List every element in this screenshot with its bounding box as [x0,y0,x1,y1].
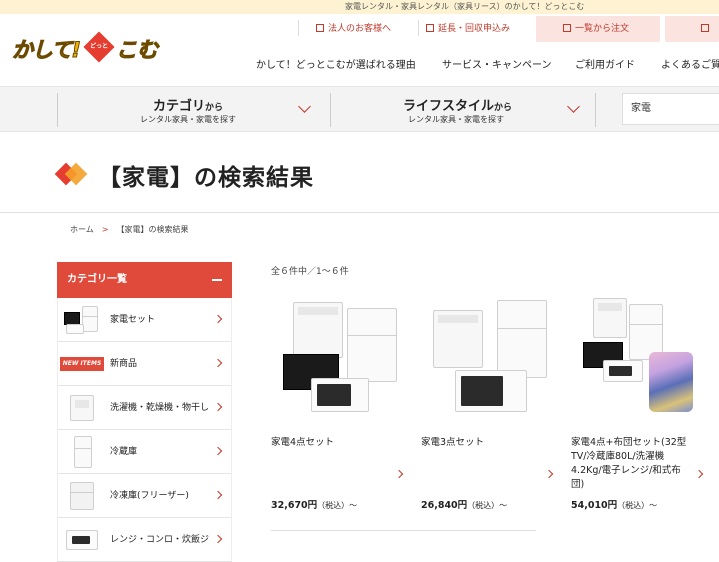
product-name[interactable]: 家電4点+布団セット(32型TV/冷蔵庫80L/洗濯機4.2Kg/電子レンジ/和… [571,436,693,492]
product-price-value: 54,010円 [571,500,618,511]
chevron-down-icon [298,100,311,113]
sidebar-item-label: 洗濯機・乾燥機・物干し [110,403,210,413]
divider [298,20,299,36]
product-price-tax: （税込）～ [467,501,508,510]
corporate-link-label: 法人のお客様へ [328,24,392,34]
list-order-label: 一覧から注文 [575,24,630,34]
chevron-right-icon [694,469,704,479]
collapse-icon [212,279,222,281]
lifestyle-dropdown-subtitle: レンタル家具・家電を探す [408,115,504,124]
category-search-bar: カテゴリから レンタル家具・家電を探す ライフスタイルから レンタル家具・家電を… [0,86,719,132]
nav-faq[interactable]: よくあるご質 [661,56,719,71]
top-banner-text: 家電レンタル・家具レンタル（家具リース）のかして！どっとこむ [345,2,585,11]
lifestyle-dropdown-suffix: から [494,103,513,113]
category-dropdown-subtitle: レンタル家具・家電を探す [140,115,236,124]
corporate-link[interactable]: 法人のお客様へ [316,18,391,40]
product-card[interactable]: 家電4点+布団セット(32型TV/冷蔵庫80L/洗濯機4.2Kg/電子レンジ/和… [571,294,711,524]
divider [595,93,596,127]
chevron-right-icon [213,402,223,412]
product-price: 26,840円（税込）～ [421,497,507,511]
product-price: 32,670円（税込）～ [271,497,357,511]
nav-guide[interactable]: ご利用ガイド [575,56,635,71]
divider [271,530,536,531]
product-card[interactable]: 家電3点セット 26,840円（税込）～ [421,294,561,524]
list-order-button[interactable]: 一覧から注文 [536,16,660,42]
divider [0,212,719,213]
breadcrumb-home[interactable]: ホーム [70,225,94,234]
breadcrumb-separator-icon: > [101,225,109,234]
extension-link-label: 延長・回収申込み [438,24,511,34]
lifestyle-dropdown-title: ライフスタイル [403,99,495,114]
site-logo[interactable]: かして! どっと こむ [12,30,162,70]
extension-link[interactable]: 延長・回収申込み [426,18,510,40]
sidebar-item-label: 家電セット [110,315,156,325]
cart-icon [563,24,571,32]
logo-text-kashite: かして! [12,38,82,63]
chevron-down-icon [567,100,580,113]
chevron-right-icon [394,469,404,479]
product-image[interactable] [421,294,561,422]
appliance-set-thumbnail [62,304,102,336]
chevron-right-icon [544,469,554,479]
washer-thumbnail [62,392,102,424]
sidebar-item-label: レンジ・コンロ・炊飯ジ [110,535,210,545]
sidebar-item-washer[interactable]: 洗濯機・乾燥機・物干し [57,386,232,430]
product-image[interactable] [271,294,411,422]
divider [57,93,58,127]
freezer-thumbnail [62,480,102,512]
chevron-right-icon [213,446,223,456]
sidebar-item-kitchen[interactable]: レンジ・コンロ・炊飯ジ [57,518,232,562]
breadcrumb: ホーム > 【家電】の検索結果 [70,224,188,235]
sidebar-item-label: 新商品 [110,359,138,369]
logo-text-komu: こむ [116,38,159,63]
cart-button[interactable] [665,16,719,42]
search-input[interactable]: 家電 [622,93,719,125]
chevron-right-icon [213,534,223,544]
sidebar-item-new-items[interactable]: NEW ITEMS 新商品 [57,342,232,386]
product-name[interactable]: 家電3点セット [421,436,546,450]
top-banner: 家電レンタル・家具レンタル（家具リース）のかして！どっとこむ [0,0,719,14]
product-name[interactable]: 家電4点セット [271,436,396,450]
category-list-title: カテゴリ一覧 [67,274,127,285]
divider [330,93,331,127]
fridge-thumbnail [62,436,102,468]
category-dropdown-suffix: から [205,103,224,113]
cart-icon [701,24,709,32]
chevron-right-icon [213,490,223,500]
product-card[interactable]: 家電4点セット 32,670円（税込）～ [271,294,411,524]
new-items-badge-text: NEW ITEMS [60,357,104,371]
category-list-header[interactable]: カテゴリ一覧 [57,262,232,298]
chevron-right-icon [213,358,223,368]
sidebar-item-freezer[interactable]: 冷凍庫(フリーザー) [57,474,232,518]
category-dropdown-title: カテゴリ [153,99,206,114]
breadcrumb-current: 【家電】の検索結果 [116,225,189,234]
diamond-heading-icon [54,162,88,186]
result-count: 全６件中／1～６件 [271,267,349,277]
sidebar-item-appliance-set[interactable]: 家電セット [57,298,232,342]
nav-services[interactable]: サービス・キャンペーン [442,56,552,71]
product-image[interactable] [571,294,711,422]
sidebar-item-label: 冷蔵庫 [110,447,138,457]
sidebar-item-fridge[interactable]: 冷蔵庫 [57,430,232,474]
product-price: 54,010円（税込）～ [571,497,657,511]
nav-reasons[interactable]: かして！どっとこむが選ばれる理由 [256,56,416,71]
page-title: 【家電】の検索結果 [98,165,314,191]
product-price-value: 26,840円 [421,500,468,511]
product-price-value: 32,670円 [271,500,318,511]
sidebar-item-label: 冷凍庫(フリーザー) [110,491,189,501]
chevron-right-icon [213,314,223,324]
product-price-tax: （税込）～ [317,501,358,510]
logo-text-dotto: どっと [89,43,108,50]
calendar-icon [426,24,434,32]
new-items-badge: NEW ITEMS [60,348,104,380]
microwave-thumbnail [62,524,102,556]
divider [418,20,419,36]
product-price-tax: （税込）～ [617,501,658,510]
building-icon [316,24,324,32]
